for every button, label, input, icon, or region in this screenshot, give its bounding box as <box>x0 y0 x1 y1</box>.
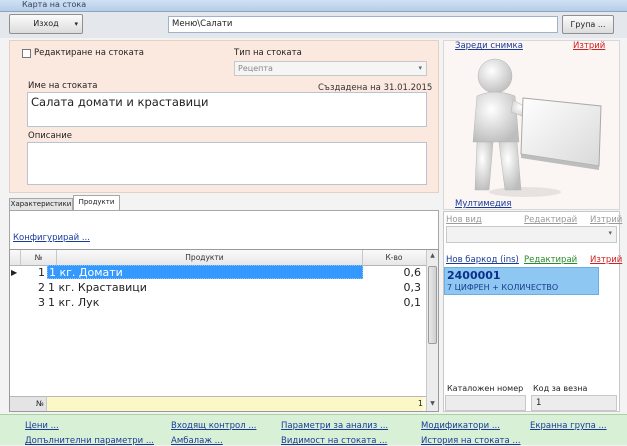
scroll-up-icon[interactable]: ▲ <box>427 252 438 259</box>
row-qty: 0,1 <box>403 296 422 309</box>
prices-link[interactable]: Цени ... <box>25 421 59 431</box>
chevron-down-icon: ▾ <box>74 20 78 28</box>
row-qty: 0,6 <box>403 266 422 279</box>
row-qty: 0,3 <box>403 281 422 294</box>
table-row[interactable]: 2 1 кг. Краставици 0,3 <box>10 280 438 295</box>
exit-button[interactable]: Изход ▾ <box>9 14 83 34</box>
edit-barcode-link[interactable]: Редактирай <box>524 255 577 265</box>
configure-link[interactable]: Конфигурирай ... <box>13 233 90 243</box>
barcode-list-item[interactable]: 2400001 7 ЦИФРЕН + КОЛИЧЕСТВО <box>444 267 599 295</box>
row-product: 1 кг. Домати <box>47 265 363 279</box>
row-indicator-header <box>10 250 21 265</box>
window-title: Карта на стока <box>22 0 87 9</box>
current-row-icon: ▶ <box>11 268 18 277</box>
incoming-control-link[interactable]: Входящ контрол ... <box>171 421 256 431</box>
bottom-link-bar: Цени ... Входящ контрол ... Параметри за… <box>0 414 627 446</box>
footer-total-cell <box>47 397 363 411</box>
catalog-number-label: Каталожен номер <box>447 384 524 393</box>
footer-qty: 1 <box>363 397 423 411</box>
delete-barcode-link[interactable]: Изтрий <box>590 255 622 265</box>
toolbar: Изход ▾ Меню\Салати Група ... <box>0 12 627 38</box>
chevron-down-icon: ▾ <box>608 229 612 237</box>
scrollbar-thumb[interactable] <box>428 266 437 344</box>
type-select[interactable]: ▾ <box>446 226 617 243</box>
description-input[interactable] <box>27 142 427 185</box>
row-num: 2 <box>38 281 45 294</box>
scroll-down-icon[interactable]: ▼ <box>427 400 438 407</box>
path-text: Меню\Салати <box>172 19 233 29</box>
chevron-down-icon: ▾ <box>418 64 422 72</box>
table-row[interactable]: 3 1 кг. Лук 0,1 <box>10 295 438 310</box>
tab-products[interactable]: Продукти <box>73 195 120 211</box>
exit-label: Изход <box>33 19 59 28</box>
multimedia-link[interactable]: Мултимедия <box>455 199 511 209</box>
item-type-label: Тип на стоката <box>234 48 302 58</box>
delete-type-link[interactable]: Изтрий <box>590 215 622 225</box>
grid-header: № Продукти К-во <box>10 250 438 266</box>
edit-type-link[interactable]: Редактирай <box>524 215 577 225</box>
catalog-number-input[interactable] <box>445 395 526 411</box>
new-type-link[interactable]: Нов вид <box>446 215 482 225</box>
placeholder-image <box>472 58 602 197</box>
products-grid: № Продукти К-во ▶ 1 1 кг. Домати 0,6 2 1… <box>9 249 439 412</box>
row-product: 1 кг. Лук <box>48 296 100 309</box>
item-type-value: Рецепта <box>238 64 273 73</box>
item-name-input[interactable]: Салата домати и краставици <box>27 92 427 127</box>
grid-footer: № 1 <box>10 396 426 411</box>
row-product: 1 кг. Краставици <box>48 281 147 294</box>
screen-group-link[interactable]: Екранна група ... <box>530 421 607 431</box>
scale-code-label: Код за везна <box>533 384 588 393</box>
col-qty-header[interactable]: К-во <box>363 250 425 265</box>
col-product-header[interactable]: Продукти <box>47 250 363 265</box>
tab-products-label: Продукти <box>78 198 115 206</box>
window-titlebar: Карта на стока <box>0 0 627 12</box>
description-label: Описание <box>28 131 72 141</box>
path-field[interactable]: Меню\Салати <box>168 16 558 33</box>
scale-code-input[interactable]: 1 <box>531 395 617 411</box>
group-button[interactable]: Група ... <box>562 15 614 34</box>
row-num: 1 <box>38 266 45 279</box>
barcode-code: 2400001 <box>447 269 501 282</box>
edit-item-label: Редактиране на стоката <box>34 48 144 58</box>
row-num: 3 <box>38 296 45 309</box>
delete-image-link[interactable]: Изтрий <box>573 41 605 51</box>
item-name-value: Салата домати и краставици <box>31 95 209 109</box>
load-image-link[interactable]: Зареди снимка <box>455 41 523 51</box>
tab-characteristics-label: Характеристики <box>10 200 72 208</box>
table-row[interactable]: ▶ 1 1 кг. Домати 0,6 <box>10 265 438 280</box>
new-barcode-link[interactable]: Нов баркод (ins) <box>446 255 519 265</box>
modifiers-link[interactable]: Модификатори ... <box>421 421 500 431</box>
item-type-select[interactable]: Рецепта ▾ <box>234 61 427 76</box>
tab-characteristics[interactable]: Характеристики <box>9 198 73 210</box>
scale-code-value: 1 <box>536 398 542 408</box>
edit-item-checkbox[interactable] <box>22 49 31 58</box>
item-name-label: Име на стоката <box>28 81 98 91</box>
barcode-description: 7 ЦИФРЕН + КОЛИЧЕСТВО <box>447 283 559 292</box>
analysis-params-link[interactable]: Параметри за анализ ... <box>281 421 388 431</box>
footer-num: № <box>36 399 44 408</box>
grid-vertical-scrollbar[interactable]: ▲ ▼ <box>426 250 438 411</box>
